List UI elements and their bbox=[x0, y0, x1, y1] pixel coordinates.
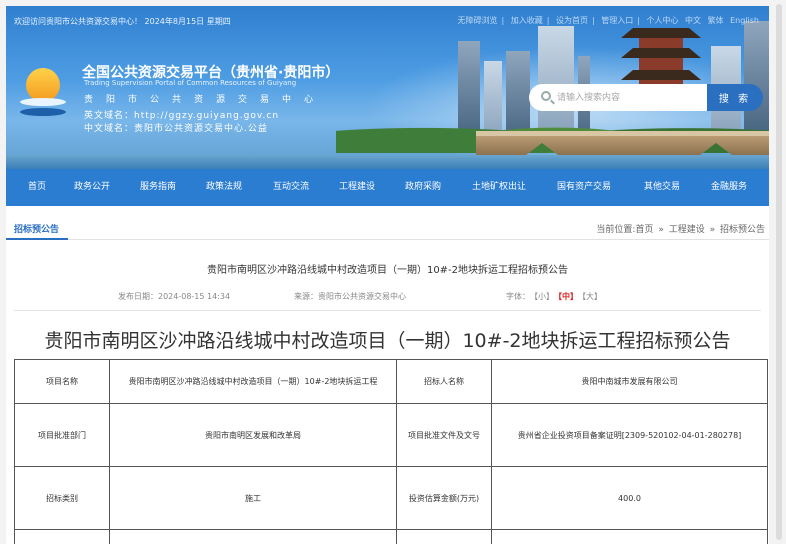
search-button[interactable]: 搜 索 bbox=[707, 84, 763, 111]
search-icon bbox=[541, 91, 551, 101]
breadcrumb-construction[interactable]: 工程建设 bbox=[669, 225, 705, 235]
english-domain: 英文域名：http://ggzy.guiyang.gov.cn bbox=[84, 111, 280, 121]
table-cell-label: 项目批准文件及文号 bbox=[396, 403, 492, 467]
top-link[interactable]: 无障碍浏览 bbox=[457, 16, 497, 25]
search-box bbox=[529, 84, 707, 111]
table-row: 项目名称 贵阳市南明区沙冲路沿线城中村改造项目（一期）10#-2地块拆运工程 招… bbox=[14, 359, 768, 404]
article-meta: 发布日期：2024-08-15 14:34 来源：贵阳市公共资源交易中心 字体：… bbox=[6, 289, 769, 303]
site-subtitle: Trading Supervision Portal of Common Res… bbox=[84, 79, 297, 87]
table-cell-label: 招标人名称 bbox=[396, 359, 492, 404]
divider bbox=[14, 310, 761, 311]
font-size-small-button[interactable]: 【小】 bbox=[534, 292, 554, 301]
chinese-domain: 中文域名：贵阳市公共资源交易中心.公益 bbox=[84, 124, 268, 134]
table-row bbox=[14, 529, 768, 544]
table-cell-value: 贵阳中南城市发展有限公司 bbox=[491, 359, 768, 404]
table-cell-value bbox=[109, 529, 397, 544]
table-cell-label bbox=[396, 529, 492, 544]
breadcrumb-separator: » bbox=[658, 225, 664, 235]
table-cell-value: 400.0 bbox=[491, 466, 768, 530]
main-nav: 首页 政务公开 服务指南 政策法规 互动交流 工程建设 政府采购 土地矿权出让 … bbox=[6, 169, 769, 206]
water bbox=[6, 155, 769, 169]
header-banner: 欢迎访问贵阳市公共资源交易中心！ 2024年8月15日 星期四 无障碍浏览 | 加… bbox=[6, 6, 769, 169]
font-size-medium-button[interactable]: 【中】 bbox=[558, 292, 578, 301]
table-cell-label: 项目名称 bbox=[14, 359, 110, 404]
table-cell-label: 招标类别 bbox=[14, 466, 110, 530]
site-name-spaced: 贵阳市公共资源交易中心 bbox=[84, 95, 327, 105]
table-row: 项目批准部门 贵阳市南明区发展和改革局 项目批准文件及文号 贵州省企业投资项目备… bbox=[14, 403, 768, 467]
top-link[interactable]: 管理入口 bbox=[601, 16, 633, 25]
table-cell-value: 贵阳市南明区发展和改革局 bbox=[109, 403, 397, 467]
breadcrumb-current[interactable]: 招标预公告 bbox=[720, 225, 765, 235]
nav-item-policies[interactable]: 政策法规 bbox=[206, 169, 242, 206]
article-title: 贵阳市南明区沙冲路沿线城中村改造项目（一期）10#-2地块拆运工程招标预公告 bbox=[44, 330, 731, 352]
nav-item-home[interactable]: 首页 bbox=[28, 169, 46, 206]
article-heading: 贵阳市南明区沙冲路沿线城中村改造项目（一期）10#-2地块拆运工程招标预公告 bbox=[206, 265, 569, 276]
top-link[interactable]: 设为首页 bbox=[556, 16, 588, 25]
nav-item-interaction[interactable]: 互动交流 bbox=[273, 169, 309, 206]
table-cell-value: 贵阳市南明区沙冲路沿线城中村改造项目（一期）10#-2地块拆运工程 bbox=[109, 359, 397, 404]
font-size-switcher: 字体： 【小】 【中】 【大】 bbox=[506, 291, 602, 302]
welcome-text: 欢迎访问贵阳市公共资源交易中心！ 2024年8月15日 星期四 bbox=[14, 17, 231, 26]
top-links: 无障碍浏览 | 加入收藏 | 设为首页 | 管理入口 | 个人中心 中文 繁体 Engl… bbox=[457, 16, 759, 25]
table-cell-value bbox=[491, 529, 768, 544]
logo-icon[interactable] bbox=[18, 68, 68, 120]
nav-item-land-mining[interactable]: 土地矿权出让 bbox=[472, 169, 526, 206]
publish-date: 发布日期：2024-08-15 14:34 bbox=[118, 292, 231, 301]
top-link[interactable]: 个人中心 bbox=[646, 16, 678, 25]
project-info-table: 项目名称 贵阳市南明区沙冲路沿线城中村改造项目（一期）10#-2地块拆运工程 招… bbox=[14, 359, 768, 544]
section-underline bbox=[6, 238, 68, 240]
top-link[interactable]: English bbox=[730, 16, 759, 25]
page-container: 欢迎访问贵阳市公共资源交易中心！ 2024年8月15日 星期四 无障碍浏览 | 加… bbox=[6, 6, 769, 544]
scrollbar-thumb[interactable] bbox=[776, 4, 782, 540]
breadcrumb-home[interactable]: 首页 bbox=[635, 225, 653, 235]
nav-item-gov-affairs[interactable]: 政务公开 bbox=[74, 169, 110, 206]
breadcrumb: 当前位置:首页 » 工程建设 » 招标预公告 bbox=[596, 222, 765, 235]
font-size-large-button[interactable]: 【大】 bbox=[582, 292, 602, 301]
article-source: 来源：贵阳市公共资源交易中心 bbox=[294, 292, 406, 301]
nav-item-state-assets[interactable]: 国有资产交易 bbox=[557, 169, 611, 206]
nav-item-service-guide[interactable]: 服务指南 bbox=[140, 169, 176, 206]
table-row: 招标类别 施工 投资估算金额(万元) 400.0 bbox=[14, 466, 768, 530]
nav-item-construction[interactable]: 工程建设 bbox=[339, 169, 375, 206]
table-cell-value: 贵州省企业投资项目备案证明[2309-520102-04-01-280278] bbox=[491, 403, 768, 467]
font-size-label: 字体： bbox=[506, 292, 530, 301]
section-header: 招标预公告 当前位置:首页 » 工程建设 » 招标预公告 bbox=[6, 214, 769, 240]
top-link[interactable]: 中文 bbox=[685, 16, 701, 25]
nav-item-gov-procurement[interactable]: 政府采购 bbox=[405, 169, 441, 206]
section-title: 招标预公告 bbox=[14, 225, 60, 235]
search-input[interactable] bbox=[557, 84, 705, 111]
table-cell-label: 项目批准部门 bbox=[14, 403, 110, 467]
breadcrumb-prefix: 当前位置: bbox=[596, 225, 636, 235]
breadcrumb-separator: » bbox=[709, 225, 716, 235]
nav-item-financial[interactable]: 金融服务 bbox=[711, 169, 747, 206]
nav-item-other-trading[interactable]: 其他交易 bbox=[644, 169, 680, 206]
top-link[interactable]: 加入收藏 bbox=[511, 16, 543, 25]
table-cell-label: 投资估算金额(万元) bbox=[396, 466, 492, 530]
page: 欢迎访问贵阳市公共资源交易中心！ 2024年8月15日 星期四 无障碍浏览 | 加… bbox=[0, 0, 786, 544]
table-cell-value: 施工 bbox=[109, 466, 397, 530]
table-cell-label bbox=[14, 529, 110, 544]
scrollbar-track[interactable] bbox=[772, 0, 786, 544]
top-link[interactable]: 繁体 bbox=[708, 16, 724, 25]
